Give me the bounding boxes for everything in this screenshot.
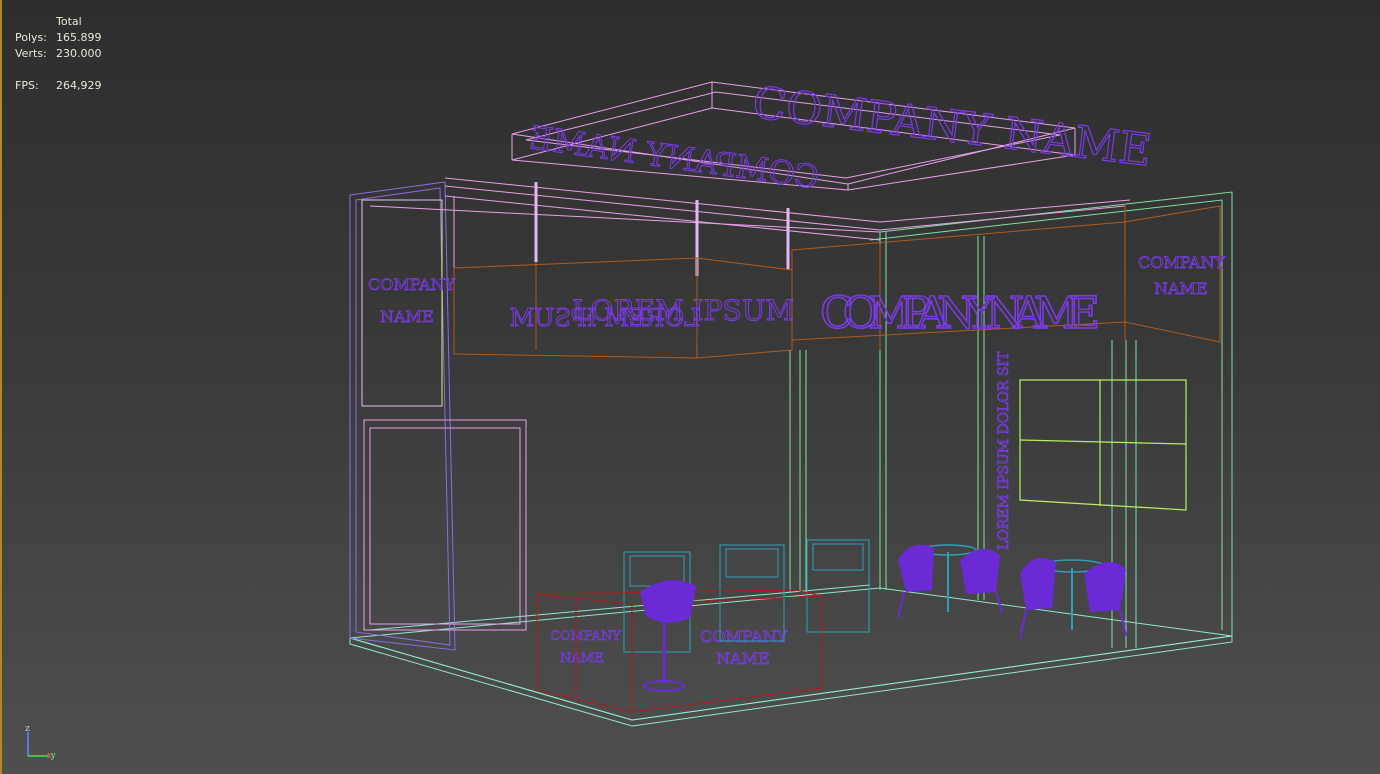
bar-stool: [640, 580, 696, 692]
counter-side-line2: NAME: [560, 651, 604, 666]
tower-company-line2: NAME: [380, 307, 434, 326]
left-tower: [349, 181, 527, 651]
3d-viewport[interactable]: Total Polys: 165.899 Verts: 230.000 FPS: 26…: [0, 0, 1380, 774]
counter-side-line1: COMPANY: [550, 629, 621, 644]
axis-gizmo: z x y: [25, 724, 56, 760]
z-axis-label: z: [25, 724, 30, 734]
booth-wireframe-scene[interactable]: COMPANY NAME COMPANY NAME LOREM IPSUM LO…: [0, 0, 1380, 774]
y-axis-label: y: [50, 751, 56, 760]
counter-company-line1: COMPANY: [700, 627, 788, 646]
header-lorem-ipsum-mirror: LOREM IPSUM: [510, 304, 700, 332]
counter-company-line2: NAME: [716, 649, 770, 668]
vertical-wall-text: LOREM IPSUM DOLOR SIT: [996, 351, 1012, 550]
right-header-company-name: COMPANY NAME: [820, 288, 1100, 339]
panel-company-line1: COMPANY: [1138, 253, 1226, 272]
lounge-set-2: [1019, 558, 1127, 639]
lounge-set-1: [897, 544, 1003, 619]
panel-company-line2: NAME: [1154, 279, 1208, 298]
video-wall: [1019, 379, 1187, 511]
tower-company-line1: COMPANY: [368, 275, 456, 294]
